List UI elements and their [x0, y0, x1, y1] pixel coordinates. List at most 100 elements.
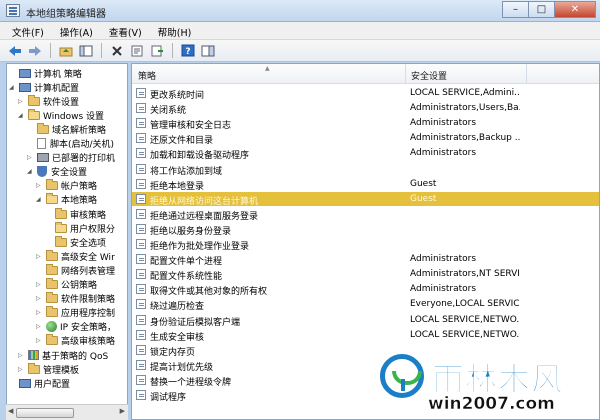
policy-name: 调试程序 — [150, 393, 187, 403]
column-divider[interactable] — [526, 64, 527, 84]
folder-icon — [55, 207, 67, 219]
tree-item[interactable]: ▷ 软件限制策略 — [36, 292, 115, 306]
tree-expander-icon[interactable]: ▷ — [36, 323, 44, 330]
list-row[interactable]: 管理审核和安全日志 Administrators — [132, 116, 599, 131]
policy-name: 替换一个进程级令牌 — [150, 377, 232, 388]
menu-help[interactable]: 帮助(H) — [150, 22, 200, 39]
column-header-policy[interactable]: 策略 — [138, 69, 156, 82]
tree-item[interactable]: 安全选项 — [45, 235, 106, 249]
tree-expander-icon[interactable]: ▷ — [18, 352, 26, 359]
tree-item[interactable]: 脚本(启动/关机) — [27, 137, 114, 151]
tree-item[interactable]: ▷ 管理模板 — [18, 362, 79, 376]
tree-item-label: 基于策略的 QoS — [42, 351, 109, 362]
tree-item[interactable]: ▷ 应用程序控制 — [36, 306, 115, 320]
tree-item[interactable]: 计算机 策略 — [9, 66, 82, 80]
help-button[interactable]: ? — [179, 42, 197, 59]
list-row[interactable]: 关闭系统 Administrators,Users,Ba... — [132, 101, 599, 117]
arrow-right-icon — [29, 45, 41, 56]
forward-button[interactable] — [26, 42, 44, 59]
scroll-thumb[interactable] — [16, 408, 74, 418]
tree-item[interactable]: ▷ 高级审核策略 — [36, 334, 115, 348]
tree-expander-icon[interactable]: ▷ — [36, 182, 44, 189]
up-folder-button[interactable] — [57, 42, 75, 59]
list-row[interactable]: 拒绝以服务身份登录 — [132, 222, 599, 237]
column-divider[interactable] — [405, 64, 406, 84]
tree-expander-icon[interactable]: ▷ — [18, 98, 26, 105]
tree-item[interactable]: ▷ 基于策略的 QoS — [18, 348, 108, 362]
tree-item[interactable]: ◢ 安全设置 — [27, 165, 87, 179]
tree-item[interactable]: ▷ 已部署的打印机 — [27, 151, 115, 165]
menu-action[interactable]: 操作(A) — [52, 22, 101, 39]
tree-expander-icon[interactable]: ◢ — [36, 196, 44, 203]
tree-item[interactable]: ▷ IP 安全策略， — [36, 320, 116, 334]
watermark: 雨林木风 win2007.com — [376, 352, 598, 418]
tree-expander-icon[interactable]: ▷ — [36, 281, 44, 288]
policy-name: 绕过遍历检查 — [150, 302, 205, 313]
policy-icon — [136, 178, 146, 189]
console-tree[interactable]: 计算机 策略 ◢ 计算机配置 ▷ 软件设置 ◢ Windows 设置 域名解析策略 脚本(启动/… — [6, 63, 128, 420]
tree-horizontal-scrollbar[interactable]: ◀ ▶ — [6, 404, 128, 420]
tree-item[interactable]: ◢ 计算机配置 — [9, 80, 79, 94]
menu-view[interactable]: 查看(V) — [101, 22, 150, 39]
policy-name: 关闭系统 — [150, 106, 187, 117]
list-row[interactable]: 将工作站添加到域 — [132, 162, 599, 177]
policy-icon — [136, 254, 146, 265]
security-setting: Administrators — [410, 148, 477, 159]
list-row[interactable]: 取得文件或其他对象的所有权 Administrators — [132, 282, 599, 297]
tree-expander-icon[interactable]: ▷ — [36, 253, 44, 260]
folder-icon — [46, 263, 58, 275]
tree-expander-icon[interactable]: ▷ — [36, 337, 44, 344]
tree-expander-icon[interactable]: ▷ — [18, 366, 26, 373]
security-setting: Everyone,LOCAL SERVICE... — [410, 299, 520, 310]
list-row[interactable]: 拒绝本地登录 Guest — [132, 177, 599, 192]
delete-button[interactable] — [108, 42, 126, 59]
policy-icon — [136, 208, 146, 219]
back-button[interactable] — [6, 42, 24, 59]
tree-item[interactable]: 域名解析策略 — [27, 122, 106, 136]
show-panel-button[interactable] — [199, 42, 217, 59]
close-button[interactable]: ✕ — [554, 1, 596, 18]
list-row[interactable]: 身份验证后模拟客户端 LOCAL SERVICE,NETWO... — [132, 313, 599, 328]
tree-expander-icon[interactable]: ▷ — [27, 154, 35, 161]
tree-item[interactable]: ◢ 本地策略 — [36, 193, 97, 207]
tree-item[interactable]: ◢ Windows 设置 — [18, 108, 104, 122]
list-row[interactable]: 生成安全审核 LOCAL SERVICE,NETWO... — [132, 328, 599, 343]
scroll-right-icon[interactable]: ▶ — [120, 407, 125, 415]
list-row[interactable]: 绕过遍历检查 Everyone,LOCAL SERVICE... — [132, 297, 599, 313]
tree-expander-icon[interactable]: ▷ — [36, 309, 44, 316]
tree-item[interactable]: 用户配置 — [9, 376, 70, 390]
maximize-button[interactable]: □ — [528, 1, 554, 18]
tree-item-label: 应用程序控制 — [61, 309, 116, 320]
tree-item[interactable]: 用户权限分 — [45, 221, 115, 235]
list-row-selected[interactable]: 拒绝从网络访问这台计算机 Guest — [132, 191, 599, 207]
export-list-button[interactable] — [148, 42, 166, 59]
tree-item[interactable]: ▷ 高级安全 Wir — [36, 249, 115, 263]
properties-button[interactable] — [128, 42, 146, 59]
tree-item[interactable]: ▷ 软件设置 — [18, 94, 79, 108]
column-header-setting[interactable]: 安全设置 — [411, 69, 447, 82]
tree-item[interactable]: ▷ 帐户策略 — [36, 179, 97, 193]
tree-item[interactable]: 网络列表管理 — [36, 263, 115, 277]
scroll-left-icon[interactable]: ◀ — [8, 407, 13, 415]
menu-file[interactable]: 文件(F) — [4, 22, 52, 39]
tree-expander-icon[interactable]: ◢ — [9, 84, 17, 91]
tree-expander-icon[interactable]: ◢ — [18, 112, 26, 119]
tree-item[interactable]: ▷ 公钥策略 — [36, 278, 97, 292]
policy-icon — [136, 299, 146, 310]
menu-bar: 文件(F) 操作(A) 查看(V) 帮助(H) — [0, 22, 600, 40]
tree-expander-icon[interactable]: ◢ — [27, 168, 35, 175]
policy-name: 锁定内存页 — [150, 347, 196, 358]
tree-expander-icon[interactable]: ▷ — [36, 295, 44, 302]
show-hide-tree-button[interactable] — [77, 42, 95, 59]
list-row[interactable]: 更改系统时间 LOCAL SERVICE,Admini... — [132, 86, 599, 101]
list-row[interactable]: 加载和卸载设备驱动程序 Administrators — [132, 146, 599, 161]
list-row[interactable]: 配置文件单个进程 Administrators — [132, 252, 599, 267]
list-row[interactable]: 配置文件系统性能 Administrators,NT SERVI... — [132, 267, 599, 282]
list-row[interactable]: 还原文件和目录 Administrators,Backup ... — [132, 131, 599, 146]
list-row[interactable]: 拒绝通过远程桌面服务登录 — [132, 207, 599, 222]
tree-item-label: 软件设置 — [43, 97, 80, 108]
svg-text:?: ? — [185, 47, 190, 57]
tree-item[interactable]: 审核策略 — [45, 207, 106, 221]
list-row[interactable]: 拒绝作为批处理作业登录 — [132, 237, 599, 252]
minimize-button[interactable]: – — [502, 1, 528, 18]
